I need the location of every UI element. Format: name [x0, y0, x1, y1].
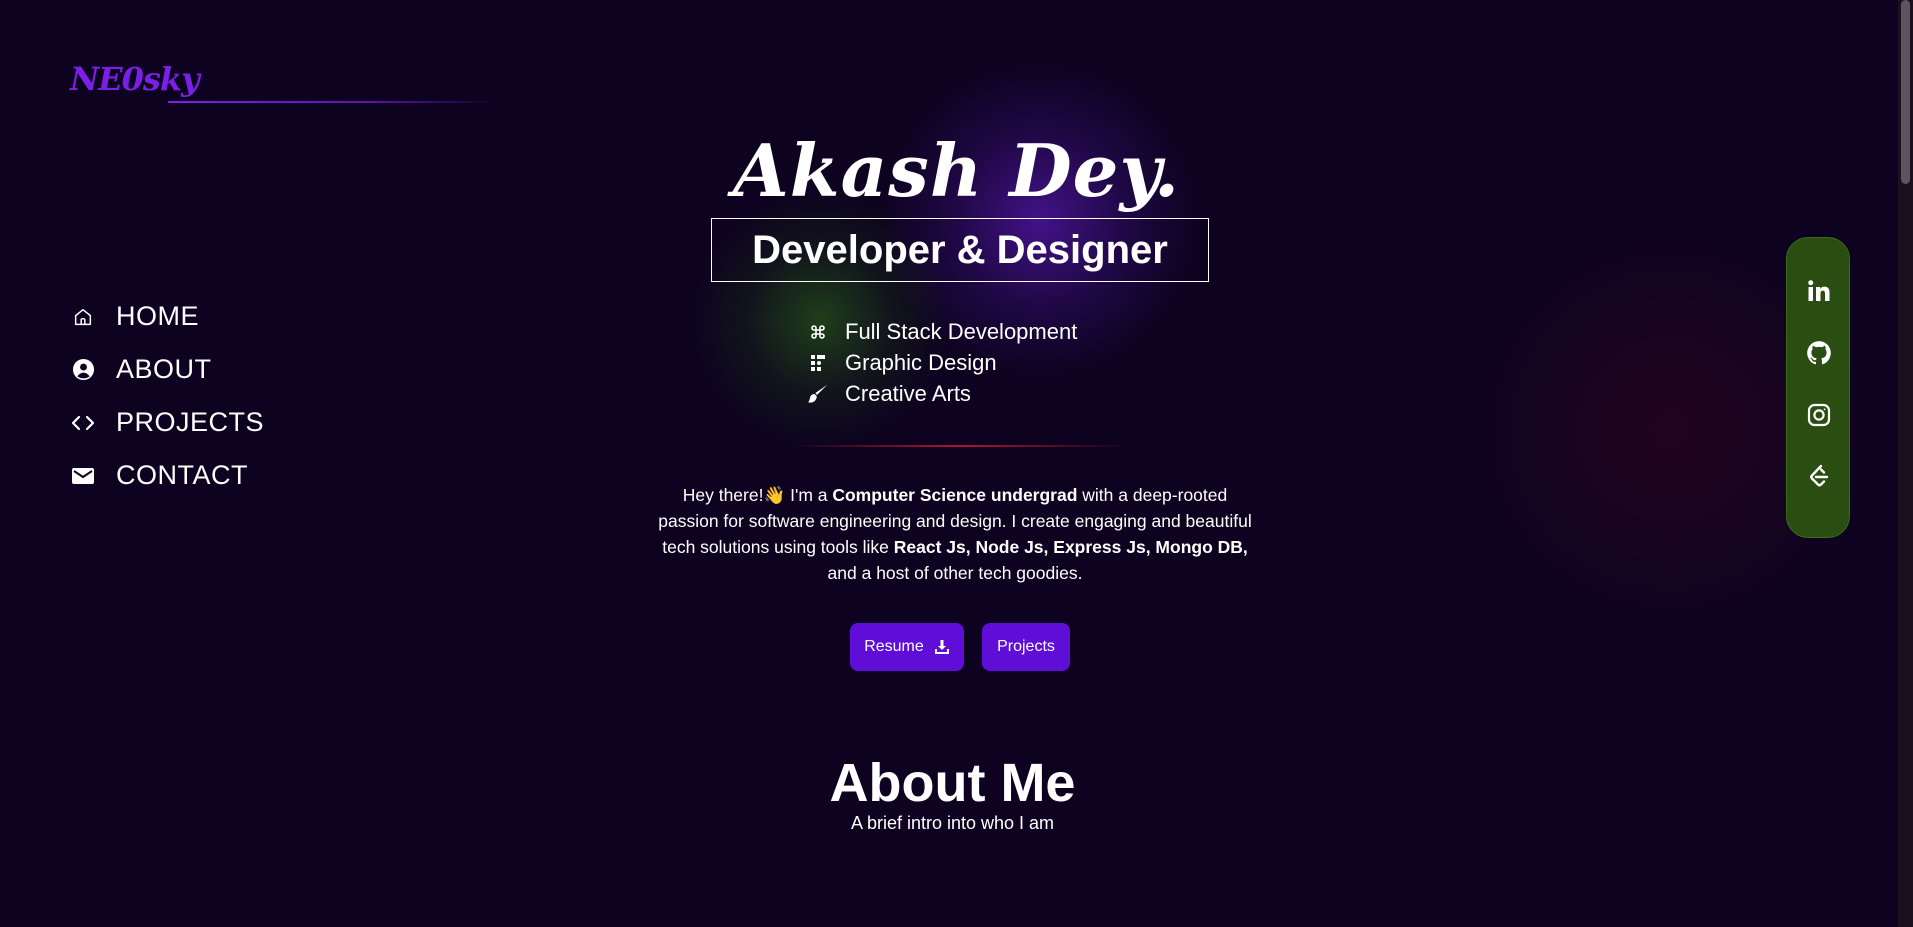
- code-icon: [70, 410, 96, 436]
- bio-paragraph: Hey there!👋 I'm a Computer Science under…: [655, 482, 1255, 586]
- linkedin-icon: [1807, 279, 1831, 307]
- command-icon: [805, 321, 831, 343]
- about-title: About Me: [829, 753, 1076, 813]
- logo[interactable]: NE0sky: [70, 60, 200, 98]
- hero-name: Akash Dey.: [732, 128, 1181, 213]
- skill-label: Full Stack Development: [845, 318, 1078, 344]
- projects-button[interactable]: Projects: [982, 623, 1070, 671]
- nav-label-home: HOME: [116, 301, 199, 331]
- brush-icon: [805, 383, 831, 405]
- user-circle-icon: [70, 357, 96, 383]
- nav-item-home[interactable]: HOME: [70, 290, 264, 343]
- bio-highlight: React Js, Node Js, Express Js, Mongo DB,: [893, 537, 1248, 557]
- page: NE0sky HOME ABOUT PROJECTS CONTACT Akash…: [0, 0, 1913, 927]
- nav-item-contact[interactable]: CONTACT: [70, 449, 264, 502]
- logo-underline: [168, 101, 498, 103]
- github-link[interactable]: [1787, 335, 1851, 375]
- nav-label-about: ABOUT: [116, 354, 212, 384]
- skill-label: Graphic Design: [845, 349, 997, 375]
- linkedin-link[interactable]: [1787, 273, 1851, 313]
- role-title: Developer & Designer: [711, 218, 1209, 282]
- resume-button-label: Resume: [864, 638, 924, 655]
- figma-icon: [805, 352, 831, 374]
- skill-item: Full Stack Development: [805, 316, 1077, 347]
- leetcode-icon: [1807, 464, 1831, 494]
- home-icon: [70, 304, 96, 330]
- projects-button-label: Projects: [997, 638, 1055, 655]
- mail-icon: [70, 463, 96, 489]
- nav-item-projects[interactable]: PROJECTS: [70, 396, 264, 449]
- skill-item: Graphic Design: [805, 347, 1077, 378]
- github-icon: [1806, 340, 1832, 370]
- scrollbar-thumb[interactable]: [1901, 0, 1910, 184]
- bio-text: Hey there!👋 I'm a: [682, 485, 833, 505]
- skills-list: Full Stack Development Graphic Design Cr…: [805, 316, 1077, 409]
- skill-item: Creative Arts: [805, 378, 1077, 409]
- instagram-link[interactable]: [1787, 397, 1851, 437]
- resume-button[interactable]: Resume: [850, 623, 964, 671]
- nav-item-about[interactable]: ABOUT: [70, 343, 264, 396]
- nav-label-contact: CONTACT: [116, 460, 248, 490]
- about-subtitle: A brief intro into who I am: [850, 813, 1055, 833]
- nav-label-projects: PROJECTS: [116, 407, 265, 437]
- instagram-icon: [1807, 403, 1831, 431]
- download-icon: [934, 639, 950, 655]
- leetcode-link[interactable]: [1787, 459, 1851, 499]
- bio-text: and a host of other tech goodies.: [827, 563, 1083, 583]
- divider: [790, 445, 1130, 447]
- social-bar: [1786, 237, 1850, 538]
- side-nav: HOME ABOUT PROJECTS CONTACT: [70, 290, 264, 502]
- skill-label: Creative Arts: [845, 380, 971, 406]
- bio-highlight: Computer Science undergrad: [832, 485, 1078, 505]
